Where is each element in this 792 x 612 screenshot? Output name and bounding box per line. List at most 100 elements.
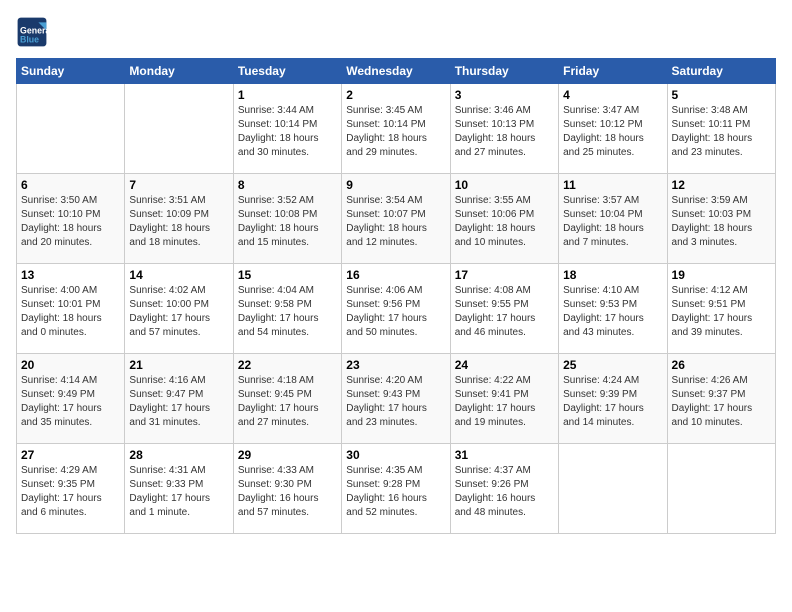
day-info: Sunrise: 4:04 AM Sunset: 9:58 PM Dayligh…	[238, 284, 337, 340]
day-info: Sunrise: 3:52 AM Sunset: 10:08 PM Daylig…	[238, 194, 337, 250]
day-info: Sunrise: 3:48 AM Sunset: 10:11 PM Daylig…	[672, 104, 771, 160]
day-info: Sunrise: 4:26 AM Sunset: 9:37 PM Dayligh…	[672, 374, 771, 430]
day-info: Sunrise: 3:55 AM Sunset: 10:06 PM Daylig…	[455, 194, 554, 250]
calendar-cell: 16 Sunrise: 4:06 AM Sunset: 9:56 PM Dayli…	[342, 264, 450, 354]
calendar-cell: 1 Sunrise: 3:44 AM Sunset: 10:14 PM Dayli…	[233, 84, 341, 174]
calendar-cell: 9Sunrise: 3:54 AM Sunset: 10:07 PM Dayli…	[342, 174, 450, 264]
calendar-cell: 19 Sunrise: 4:12 AM Sunset: 9:51 PM Dayli…	[667, 264, 775, 354]
calendar-cell: 31 Sunrise: 4:37 AM Sunset: 9:26 PM Dayli…	[450, 444, 558, 534]
calendar-cell: 13 Sunrise: 4:00 AM Sunset: 10:01 PM Dayl…	[17, 264, 125, 354]
day-info: Sunrise: 3:57 AM Sunset: 10:04 PM Daylig…	[563, 194, 662, 250]
calendar-cell: 2 Sunrise: 3:45 AM Sunset: 10:14 PM Dayli…	[342, 84, 450, 174]
day-info: Sunrise: 4:33 AM Sunset: 9:30 PM Dayligh…	[238, 464, 337, 520]
calendar-cell: 21 Sunrise: 4:16 AM Sunset: 9:47 PM Dayli…	[125, 354, 233, 444]
day-info: Sunrise: 4:35 AM Sunset: 9:28 PM Dayligh…	[346, 464, 445, 520]
day-info: Sunrise: 4:24 AM Sunset: 9:39 PM Dayligh…	[563, 374, 662, 430]
day-info: Sunrise: 4:02 AM Sunset: 10:00 PM Daylig…	[129, 284, 228, 340]
day-number: 10	[455, 178, 554, 192]
calendar-cell: 11Sunrise: 3:57 AM Sunset: 10:04 PM Dayl…	[559, 174, 667, 264]
day-number: 3	[455, 88, 554, 102]
day-number: 31	[455, 448, 554, 462]
day-info: Sunrise: 3:45 AM Sunset: 10:14 PM Daylig…	[346, 104, 445, 160]
calendar-cell: 25 Sunrise: 4:24 AM Sunset: 9:39 PM Dayli…	[559, 354, 667, 444]
page-header: General Blue	[16, 16, 776, 48]
logo: General Blue	[16, 16, 52, 48]
calendar-week-row: 1 Sunrise: 3:44 AM Sunset: 10:14 PM Dayli…	[17, 84, 776, 174]
calendar-cell	[17, 84, 125, 174]
day-info: Sunrise: 3:59 AM Sunset: 10:03 PM Daylig…	[672, 194, 771, 250]
day-number: 1	[238, 88, 337, 102]
day-number: 16	[346, 268, 445, 282]
weekday-header: Wednesday	[342, 59, 450, 84]
calendar-cell: 14Sunrise: 4:02 AM Sunset: 10:00 PM Dayl…	[125, 264, 233, 354]
day-info: Sunrise: 4:37 AM Sunset: 9:26 PM Dayligh…	[455, 464, 554, 520]
day-number: 2	[346, 88, 445, 102]
day-number: 27	[21, 448, 120, 462]
day-number: 26	[672, 358, 771, 372]
calendar-cell: 27 Sunrise: 4:29 AM Sunset: 9:35 PM Dayli…	[17, 444, 125, 534]
day-info: Sunrise: 4:12 AM Sunset: 9:51 PM Dayligh…	[672, 284, 771, 340]
day-info: Sunrise: 4:10 AM Sunset: 9:53 PM Dayligh…	[563, 284, 662, 340]
day-info: Sunrise: 4:20 AM Sunset: 9:43 PM Dayligh…	[346, 374, 445, 430]
calendar-cell: 28Sunrise: 4:31 AM Sunset: 9:33 PM Dayli…	[125, 444, 233, 534]
calendar-week-row: 13 Sunrise: 4:00 AM Sunset: 10:01 PM Dayl…	[17, 264, 776, 354]
calendar-cell: 22 Sunrise: 4:18 AM Sunset: 9:45 PM Dayli…	[233, 354, 341, 444]
day-info: Sunrise: 4:16 AM Sunset: 9:47 PM Dayligh…	[129, 374, 228, 430]
calendar-table: SundayMondayTuesdayWednesdayThursdayFrid…	[16, 58, 776, 534]
calendar-cell: 18 Sunrise: 4:10 AM Sunset: 9:53 PM Dayli…	[559, 264, 667, 354]
day-number: 5	[672, 88, 771, 102]
day-info: Sunrise: 4:22 AM Sunset: 9:41 PM Dayligh…	[455, 374, 554, 430]
calendar-cell	[667, 444, 775, 534]
weekday-header-row: SundayMondayTuesdayWednesdayThursdayFrid…	[17, 59, 776, 84]
day-number: 9	[346, 178, 445, 192]
calendar-cell: 8 Sunrise: 3:52 AM Sunset: 10:08 PM Dayli…	[233, 174, 341, 264]
calendar-cell: 4 Sunrise: 3:47 AM Sunset: 10:12 PM Dayli…	[559, 84, 667, 174]
day-number: 22	[238, 358, 337, 372]
logo-icon: General Blue	[16, 16, 48, 48]
svg-text:Blue: Blue	[20, 34, 39, 44]
day-number: 30	[346, 448, 445, 462]
calendar-cell: 29 Sunrise: 4:33 AM Sunset: 9:30 PM Dayli…	[233, 444, 341, 534]
day-number: 4	[563, 88, 662, 102]
calendar-cell: 12Sunrise: 3:59 AM Sunset: 10:03 PM Dayl…	[667, 174, 775, 264]
calendar-cell: 10 Sunrise: 3:55 AM Sunset: 10:06 PM Dayl…	[450, 174, 558, 264]
day-info: Sunrise: 3:50 AM Sunset: 10:10 PM Daylig…	[21, 194, 120, 250]
day-info: Sunrise: 3:46 AM Sunset: 10:13 PM Daylig…	[455, 104, 554, 160]
day-number: 13	[21, 268, 120, 282]
calendar-cell: 20 Sunrise: 4:14 AM Sunset: 9:49 PM Dayli…	[17, 354, 125, 444]
day-number: 23	[346, 358, 445, 372]
calendar-cell: 23 Sunrise: 4:20 AM Sunset: 9:43 PM Dayli…	[342, 354, 450, 444]
weekday-header: Sunday	[17, 59, 125, 84]
calendar-week-row: 20 Sunrise: 4:14 AM Sunset: 9:49 PM Dayli…	[17, 354, 776, 444]
day-info: Sunrise: 4:00 AM Sunset: 10:01 PM Daylig…	[21, 284, 120, 340]
day-info: Sunrise: 4:18 AM Sunset: 9:45 PM Dayligh…	[238, 374, 337, 430]
day-number: 28	[129, 448, 228, 462]
day-number: 25	[563, 358, 662, 372]
day-info: Sunrise: 3:44 AM Sunset: 10:14 PM Daylig…	[238, 104, 337, 160]
day-info: Sunrise: 4:06 AM Sunset: 9:56 PM Dayligh…	[346, 284, 445, 340]
day-number: 29	[238, 448, 337, 462]
calendar-cell: 26 Sunrise: 4:26 AM Sunset: 9:37 PM Dayli…	[667, 354, 775, 444]
day-info: Sunrise: 4:14 AM Sunset: 9:49 PM Dayligh…	[21, 374, 120, 430]
calendar-cell: 3 Sunrise: 3:46 AM Sunset: 10:13 PM Dayli…	[450, 84, 558, 174]
day-info: Sunrise: 4:29 AM Sunset: 9:35 PM Dayligh…	[21, 464, 120, 520]
weekday-header: Thursday	[450, 59, 558, 84]
day-number: 21	[129, 358, 228, 372]
day-number: 6	[21, 178, 120, 192]
calendar-week-row: 27 Sunrise: 4:29 AM Sunset: 9:35 PM Dayli…	[17, 444, 776, 534]
weekday-header: Monday	[125, 59, 233, 84]
weekday-header: Tuesday	[233, 59, 341, 84]
weekday-header: Friday	[559, 59, 667, 84]
day-number: 19	[672, 268, 771, 282]
day-number: 20	[21, 358, 120, 372]
day-number: 17	[455, 268, 554, 282]
day-info: Sunrise: 3:47 AM Sunset: 10:12 PM Daylig…	[563, 104, 662, 160]
day-number: 18	[563, 268, 662, 282]
calendar-cell: 15 Sunrise: 4:04 AM Sunset: 9:58 PM Dayli…	[233, 264, 341, 354]
calendar-cell	[125, 84, 233, 174]
day-info: Sunrise: 4:08 AM Sunset: 9:55 PM Dayligh…	[455, 284, 554, 340]
day-info: Sunrise: 3:51 AM Sunset: 10:09 PM Daylig…	[129, 194, 228, 250]
calendar-cell: 7Sunrise: 3:51 AM Sunset: 10:09 PM Dayli…	[125, 174, 233, 264]
day-number: 8	[238, 178, 337, 192]
day-number: 15	[238, 268, 337, 282]
